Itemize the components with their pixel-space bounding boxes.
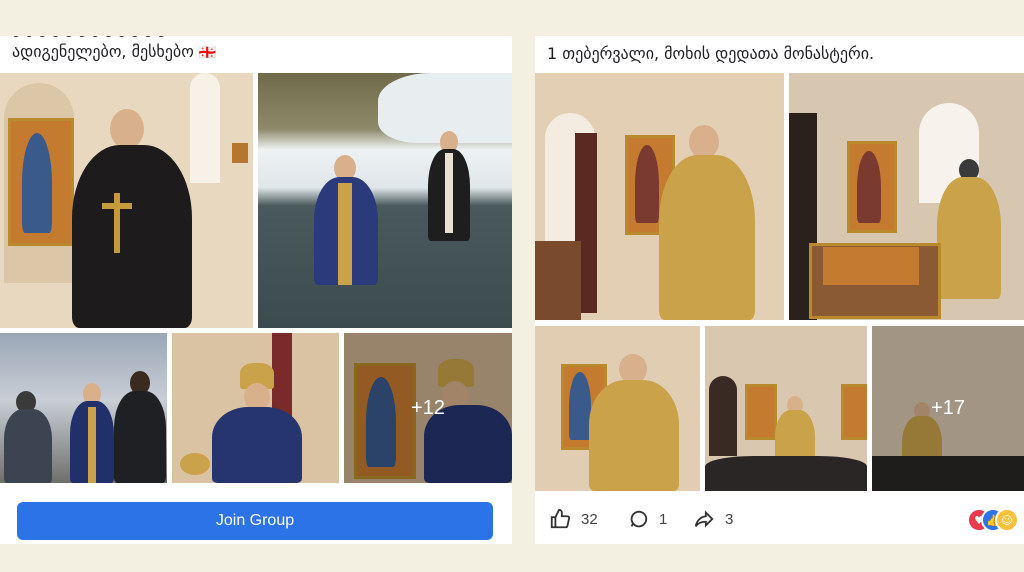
shares-count: 3 xyxy=(725,510,734,528)
priest-in-water-blue xyxy=(310,155,382,285)
more-photos-overlay-left[interactable]: +12 xyxy=(344,333,512,483)
join-group-button[interactable]: Join Group xyxy=(17,502,493,540)
comment-icon xyxy=(630,510,648,528)
priest-gold-vestment xyxy=(659,125,755,320)
person-black-jacket xyxy=(114,371,166,483)
photo-altar-icon[interactable] xyxy=(789,73,1024,320)
deacon-figure xyxy=(70,383,114,483)
bishop-figure xyxy=(212,363,302,483)
priest-figure xyxy=(72,103,192,328)
photo-bishop-icon-more[interactable]: +12 xyxy=(344,333,512,483)
comments-count: 1 xyxy=(659,510,668,528)
comment-action[interactable]: 1 xyxy=(627,508,667,530)
priest-back-view xyxy=(937,159,1001,299)
congregation-heads xyxy=(705,456,867,491)
thumbs-up-icon xyxy=(550,508,571,529)
photo-priest-gold-close[interactable] xyxy=(535,326,700,491)
care-reaction-icon[interactable]: ☺ xyxy=(995,508,1019,532)
right-post-card: 1 თებერვალი, მოხის დედათა მონასტერი. +17… xyxy=(535,36,1024,544)
person-grey-coat xyxy=(4,391,52,483)
likes-count: 32 xyxy=(581,510,598,528)
priest-gold-vestment-2 xyxy=(589,354,679,491)
left-post-caption: ადიგენელებო, მესხებო 🇬🇪 xyxy=(12,42,217,61)
photo-bishop-censer[interactable] xyxy=(172,333,339,483)
photo-priest-with-cross[interactable] xyxy=(0,73,253,328)
photo-service-more[interactable]: +17 xyxy=(872,326,1024,491)
right-post-caption: 1 თებერვალი, მოხის დედათა მონასტერი. xyxy=(547,44,875,63)
georgia-flag-icon: 🇬🇪 xyxy=(198,45,217,61)
left-post-card: ა ზ ა ა ა ა ა ა ა ა ა ა ადიგენელებო, მეს… xyxy=(0,36,512,544)
photo-congregation[interactable] xyxy=(705,326,867,491)
priest-in-water-black xyxy=(426,131,472,241)
photo-outdoor-group[interactable] xyxy=(0,333,167,483)
share-action[interactable]: 3 xyxy=(693,508,733,530)
share-icon xyxy=(694,510,714,528)
photo-priest-gold-reading[interactable] xyxy=(535,73,784,320)
photo-river-blessing[interactable] xyxy=(258,73,512,328)
like-action[interactable]: 32 xyxy=(549,508,598,530)
more-photos-overlay-right[interactable]: +17 xyxy=(872,326,1024,491)
